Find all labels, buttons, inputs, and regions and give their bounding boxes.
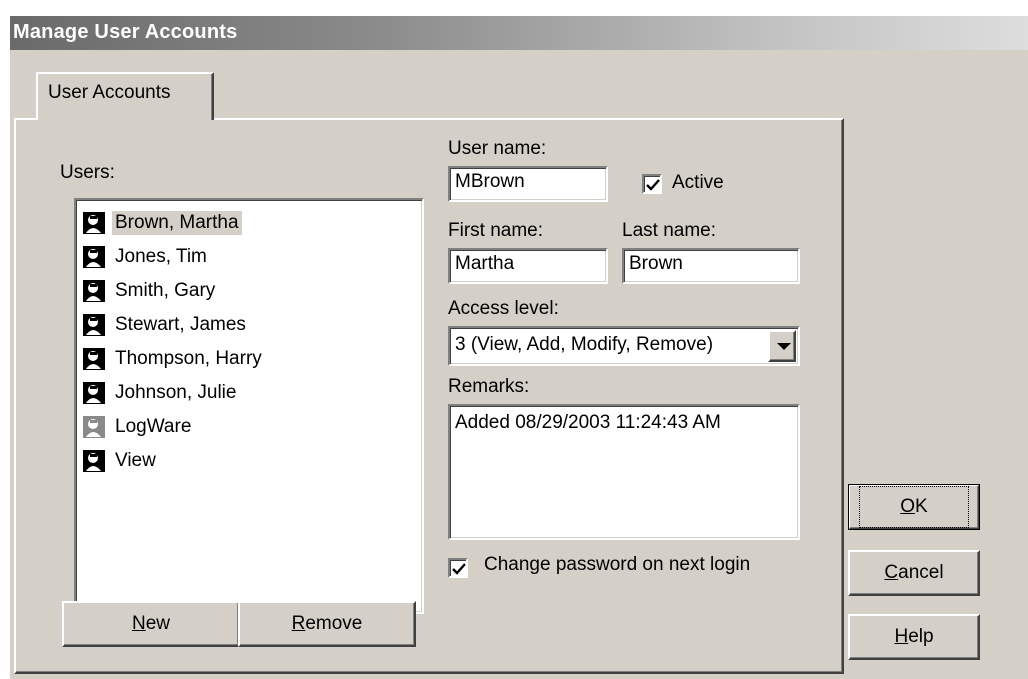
username-value: MBrown	[455, 171, 525, 192]
remarks-textarea[interactable]: Added 08/29/2003 11:24:43 AM	[448, 404, 800, 540]
username-label: User name:	[448, 138, 547, 159]
list-item[interactable]: Johnson, Julie	[80, 376, 418, 410]
cancel-button[interactable]: Cancel	[848, 550, 980, 596]
access-level-label: Access level:	[448, 298, 559, 319]
lastname-input[interactable]: Brown	[622, 248, 800, 284]
user-icon	[83, 280, 105, 302]
lastname-label: Last name:	[622, 220, 716, 241]
access-level-value: 3 (View, Add, Modify, Remove)	[455, 334, 714, 355]
window-title: Manage User Accounts	[13, 21, 238, 43]
user-icon	[83, 212, 105, 234]
remarks-value: Added 08/29/2003 11:24:43 AM	[455, 412, 721, 433]
user-name: Thompson, Harry	[115, 348, 262, 369]
list-item[interactable]: Stewart, James	[80, 308, 418, 342]
new-user-button[interactable]: New	[62, 601, 240, 647]
users-list-items: Brown, Martha Jones, Tim Smith, Gary Stewar…	[80, 206, 418, 478]
lastname-value: Brown	[629, 253, 683, 274]
user-name: Brown, Martha	[112, 211, 242, 235]
list-item[interactable]: Jones, Tim	[80, 240, 418, 274]
user-name: Jones, Tim	[115, 246, 207, 267]
user-icon	[83, 348, 105, 370]
tab-label: User Accounts	[48, 82, 171, 103]
help-button[interactable]: Help	[848, 614, 980, 660]
user-icon	[83, 450, 105, 472]
user-name: Stewart, James	[115, 314, 246, 335]
user-name: LogWare	[115, 416, 192, 437]
list-item[interactable]: View	[80, 444, 418, 478]
tab-user-accounts[interactable]: User Accounts	[36, 72, 214, 120]
ok-button[interactable]: OK	[848, 484, 980, 530]
list-item[interactable]: Smith, Gary	[80, 274, 418, 308]
list-item[interactable]: LogWare	[80, 410, 418, 444]
chevron-down-icon	[777, 343, 791, 350]
firstname-input[interactable]: Martha	[448, 248, 608, 284]
users-listbox[interactable]: Brown, Martha Jones, Tim Smith, Gary Stewar…	[74, 198, 424, 614]
user-icon	[83, 246, 105, 268]
user-name: Johnson, Julie	[115, 382, 237, 403]
remarks-label: Remarks:	[448, 376, 530, 397]
firstname-value: Martha	[455, 253, 515, 274]
user-icon	[83, 382, 105, 404]
checkmark-icon	[452, 563, 466, 575]
list-item[interactable]: Brown, Martha	[80, 206, 418, 240]
user-disabled-icon	[83, 416, 105, 438]
remove-user-button[interactable]: Remove	[238, 601, 416, 647]
user-name: View	[115, 450, 156, 471]
dropdown-button[interactable]	[768, 330, 796, 362]
access-level-select[interactable]: 3 (View, Add, Modify, Remove)	[448, 326, 800, 366]
firstname-label: First name:	[448, 220, 544, 241]
title-bar[interactable]: Manage User Accounts	[10, 16, 1028, 50]
user-name: Smith, Gary	[115, 280, 216, 301]
users-label: Users:	[60, 162, 115, 183]
active-label: Active	[672, 172, 724, 193]
active-checkbox[interactable]	[642, 174, 662, 194]
checkmark-icon	[646, 179, 660, 191]
list-item[interactable]: Thompson, Harry	[80, 342, 418, 376]
dialog-window: Manage User Accounts User Accounts Users…	[8, 14, 1028, 679]
username-input[interactable]: MBrown	[448, 166, 608, 202]
change-password-checkbox[interactable]	[448, 558, 468, 578]
user-icon	[83, 314, 105, 336]
change-password-label: Change password on next login	[484, 554, 751, 575]
